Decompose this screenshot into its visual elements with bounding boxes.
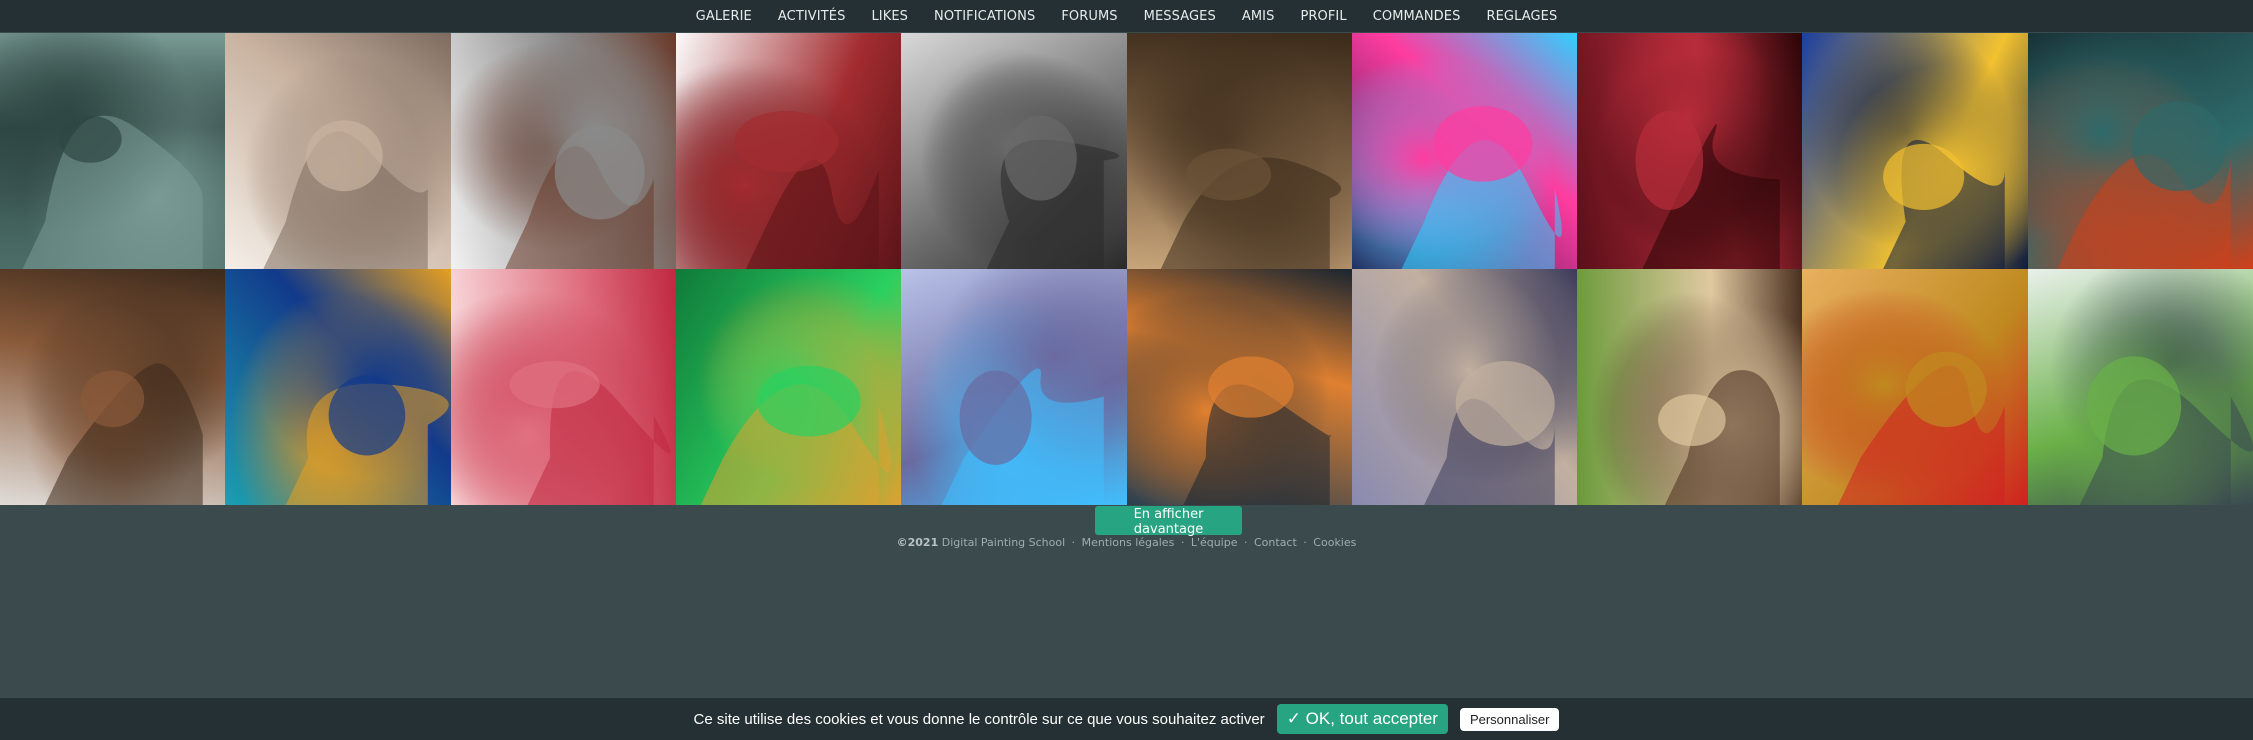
artwork-thumbnail-image	[1401, 106, 1562, 269]
nav-profil[interactable]: PROFIL	[1300, 9, 1346, 24]
customize-cookies-button[interactable]: Personnaliser	[1459, 707, 1560, 731]
artwork-thumbnail-image	[1182, 356, 1331, 505]
gallery-tile-farmer-girl[interactable]	[2027, 269, 2253, 505]
nav-likes[interactable]: LIKES	[871, 9, 908, 24]
footer-site-link[interactable]: Digital Painting School	[942, 536, 1065, 549]
artwork-thumbnail-image	[1423, 361, 1555, 505]
gallery-grid	[0, 33, 2253, 505]
artwork-thumbnail-image	[1635, 110, 1780, 269]
gallery-tile-green-jellyfish[interactable]	[675, 269, 902, 505]
artwork-thumbnail-image	[734, 110, 879, 269]
top-navigation: GALERIE ACTIVITÉS LIKES NOTIFICATIONS FO…	[0, 0, 2253, 32]
artwork-thumbnail-image	[2079, 356, 2253, 505]
footer-link-cookies[interactable]: Cookies	[1313, 536, 1356, 549]
artwork-thumbnail-image	[986, 115, 1120, 269]
gallery-tile-storm-sea[interactable]	[2027, 33, 2253, 269]
cookie-banner-text: Ce site utilise des cookies et vous donn…	[693, 710, 1265, 728]
gallery-tile-neon-city-portrait[interactable]	[1351, 33, 1578, 269]
artwork-thumbnail-image	[1883, 139, 2006, 269]
gallery-tile-cute-chicks[interactable]	[1577, 269, 1803, 505]
gallery-tile-golden-field[interactable]	[1802, 269, 2028, 505]
nav-galerie[interactable]: GALERIE	[696, 9, 752, 24]
gallery-tile-grayscale-thumbnails[interactable]	[901, 33, 1127, 269]
accept-all-cookies-button[interactable]: ✓ OK, tout accepter	[1276, 704, 1448, 734]
gallery-tile-snowy-castle[interactable]	[901, 269, 1127, 505]
artwork-thumbnail-image	[1838, 351, 2006, 505]
nav-commandes[interactable]: COMMANDES	[1373, 9, 1461, 24]
gallery-tile-comic-sketch-page[interactable]	[450, 33, 676, 269]
gallery-tile-riders-on-boars[interactable]	[0, 269, 226, 505]
artwork-thumbnail-image	[286, 375, 450, 505]
gallery-tile-space-fighter[interactable]	[1577, 33, 1803, 269]
artwork-thumbnail-image	[22, 115, 203, 269]
show-more-button[interactable]: En afficher davantage	[1095, 506, 1242, 537]
footer-link-contact[interactable]: Contact	[1254, 536, 1297, 549]
artwork-thumbnail-image	[1160, 148, 1341, 269]
nav-activites[interactable]: ACTIVITÉS	[778, 9, 846, 24]
artwork-thumbnail-image	[504, 125, 654, 269]
gallery-tile-blue-whale[interactable]	[1802, 33, 2028, 269]
gallery-tile-red-dragon[interactable]	[675, 33, 902, 269]
artwork-thumbnail-image	[2056, 101, 2231, 269]
artwork-thumbnail-image	[941, 368, 1104, 505]
nav-amis[interactable]: AMIS	[1242, 9, 1275, 24]
artwork-thumbnail-image	[509, 361, 671, 505]
artwork-thumbnail-image	[45, 363, 203, 505]
footer: ©2021 Digital Painting School · Mentions…	[896, 536, 1357, 549]
artwork-thumbnail-image	[700, 365, 892, 505]
nav-messages[interactable]: MESSAGES	[1144, 9, 1216, 24]
nav-forums[interactable]: FORUMS	[1061, 9, 1117, 24]
gallery-tile-blue-octopus[interactable]	[225, 269, 451, 505]
artwork-thumbnail-image	[1658, 370, 1780, 505]
gallery-tile-desert-sky[interactable]	[1351, 269, 1578, 505]
gallery-tile-steampunk-tower[interactable]	[1126, 269, 1352, 505]
nav-reglages[interactable]: REGLAGES	[1486, 9, 1557, 24]
footer-link-equipe[interactable]: L'équipe	[1191, 536, 1238, 549]
gallery-tile-forest-silhouette[interactable]	[0, 33, 226, 269]
footer-copyright: ©2021	[896, 536, 939, 549]
gallery-tile-pink-figure-sketch[interactable]	[450, 269, 676, 505]
footer-link-mentions[interactable]: Mentions légales	[1082, 536, 1175, 549]
gallery-tile-dragon-sketch[interactable]	[225, 33, 451, 269]
cookie-banner: Ce site utilise des cookies et vous donn…	[0, 698, 2253, 740]
artwork-thumbnail-image	[263, 120, 429, 269]
gallery-tile-dragon-heads-study[interactable]	[1126, 33, 1352, 269]
nav-notifications[interactable]: NOTIFICATIONS	[934, 9, 1035, 24]
